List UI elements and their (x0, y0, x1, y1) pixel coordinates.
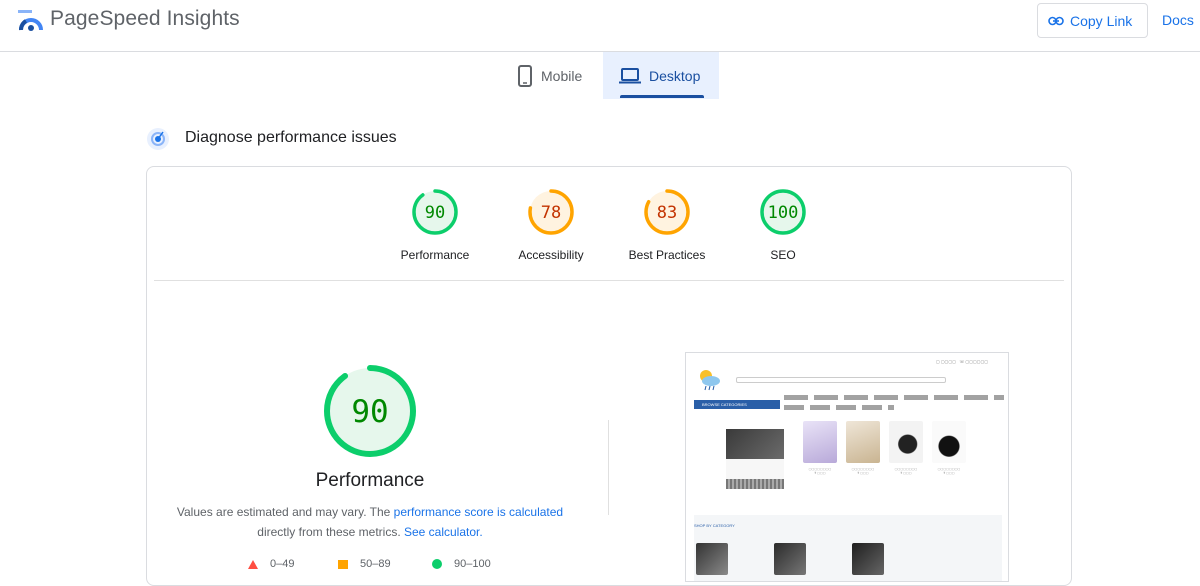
thumb-product-caption: ▢▢▢▢▢▢▢▢ ₹ ▢▢▢ (894, 467, 918, 475)
thumb-category-tile (774, 543, 806, 575)
thumb-menu-row (784, 395, 1004, 400)
thumb-product-image (889, 421, 923, 463)
tab-desktop-label: Desktop (649, 67, 701, 84)
app-title: PageSpeed Insights (50, 7, 240, 30)
see-calculator-link[interactable]: See calculator. (404, 525, 483, 539)
performance-gauge: 90 (324, 365, 416, 457)
tab-mobile[interactable]: Mobile (505, 52, 603, 99)
gauge-value: 78 (541, 203, 561, 223)
copy-link-button[interactable]: Copy Link (1037, 3, 1148, 38)
gauge-value: 83 (657, 203, 677, 223)
thumb-product-image (846, 421, 880, 463)
score-gauge-seo[interactable]: 100 SEO (713, 188, 853, 262)
legend-range: 0–49 (270, 558, 295, 570)
phone-icon (518, 64, 532, 87)
legend-range: 90–100 (454, 558, 491, 570)
legend-pass: 90–100 (432, 558, 491, 570)
tab-desktop[interactable]: Desktop (603, 52, 719, 99)
thumb-category-tile (852, 543, 884, 575)
thumb-search-bar (736, 377, 946, 383)
thumb-product-caption: ▢▢▢▢▢▢▢▢ ₹ ▢▢▢ (808, 467, 832, 475)
thumb-category-section (694, 515, 1002, 581)
thumb-browse-button: BROWSE CATEGORIES (694, 400, 780, 409)
thumb-category-tile (696, 543, 728, 575)
gauge-ring: 100 (760, 189, 806, 235)
diagnose-icon (147, 128, 169, 150)
gauge-value: 90 (425, 203, 445, 223)
big-gauge-value: 90 (351, 394, 388, 430)
tab-mobile-label: Mobile (541, 67, 583, 84)
score-calculated-link[interactable]: performance score is calculated (394, 505, 563, 519)
gauge-value: 100 (768, 203, 799, 223)
docs-link[interactable]: Docs (1162, 12, 1194, 28)
diagnose-title: Diagnose performance issues (185, 129, 397, 146)
laptop-icon (619, 67, 641, 83)
vertical-divider (608, 420, 609, 515)
thumb-banner (726, 429, 784, 489)
app-header: PageSpeed Insights Copy Link Docs (0, 0, 1200, 52)
note-middle: directly from these metrics. (257, 525, 404, 539)
thumb-product-caption: ▢▢▢▢▢▢▢▢ ₹ ▢▢▢ (937, 467, 961, 475)
thumb-section-title: SHOP BY CATEGORY (694, 523, 735, 528)
thumb-product-image (803, 421, 837, 463)
legend-fail: 0–49 (248, 558, 294, 570)
note-prefix: Values are estimated and may vary. The (176, 505, 394, 519)
card-divider (154, 280, 1064, 281)
thumb-menu-row (784, 405, 894, 410)
square-icon (338, 559, 348, 569)
triangle-icon (248, 559, 258, 569)
thumb-product-image (932, 421, 966, 463)
thumb-weather-logo-icon (700, 370, 720, 391)
circle-icon (432, 559, 442, 569)
gauge-ring: 83 (644, 189, 690, 235)
legend-range: 50–89 (360, 558, 391, 570)
page-screenshot-thumbnail: ▢ ▢▢▢▢ ☏ ▢▢▢▢▢▢ BROWSE CATEGORIES ▢▢▢▢▢▢… (685, 352, 1009, 582)
gauge-ring: 90 (412, 189, 458, 235)
legend-average: 50–89 (338, 558, 391, 570)
tab-active-indicator (620, 95, 704, 98)
gauge-label: SEO (770, 248, 796, 262)
gauge-ring: 78 (528, 189, 574, 235)
link-icon (1048, 16, 1064, 25)
pagespeed-logo-icon (18, 10, 43, 31)
performance-heading: Performance (315, 470, 425, 491)
copy-link-label: Copy Link (1070, 12, 1133, 29)
thumb-topbar: ▢ ▢▢▢▢ ☏ ▢▢▢▢▢▢ (936, 359, 989, 364)
performance-note: Values are estimated and may vary. The p… (170, 502, 570, 542)
thumb-product-caption: ▢▢▢▢▢▢▢▢ ₹ ▢▢▢ (851, 467, 875, 475)
